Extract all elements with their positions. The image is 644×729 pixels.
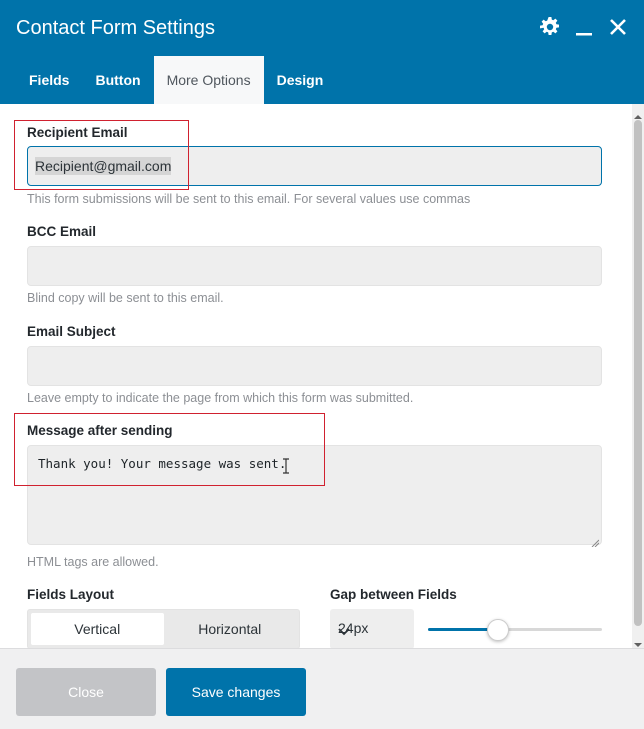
settings-tabs: Fields Button More Options Design [16, 56, 336, 104]
chevron-down-icon [338, 623, 406, 639]
scrollbar[interactable] [632, 104, 644, 648]
gap-slider-handle[interactable] [486, 619, 509, 641]
resize-handle-icon[interactable] [591, 534, 600, 548]
message-help: HTML tags are allowed. [27, 555, 159, 569]
message-highlight-box [14, 413, 325, 486]
minimize-icon[interactable] [574, 16, 594, 38]
fields-layout-label: Fields Layout [27, 587, 115, 602]
tab-design[interactable]: Design [264, 56, 337, 104]
recipient-email-help: This form submissions will be sent to th… [27, 192, 471, 206]
bcc-email-field[interactable] [27, 246, 602, 286]
layout-horizontal-option[interactable]: Horizontal [164, 613, 297, 645]
gap-unit-select[interactable]: 24px [330, 609, 414, 648]
email-subject-help: Leave empty to indicate the page from wh… [27, 391, 414, 405]
recipient-highlight-box [14, 120, 189, 190]
gap-slider[interactable] [428, 619, 602, 641]
bcc-email-label: BCC Email [27, 224, 97, 239]
close-button[interactable]: Close [16, 668, 156, 716]
gap-between-fields-label: Gap between Fields [330, 587, 457, 602]
bcc-email-help: Blind copy will be sent to this email. [27, 291, 224, 305]
dialog-header: Contact Form Settings Fields Button More… [0, 0, 644, 104]
tab-button[interactable]: Button [82, 56, 153, 104]
settings-panel: Recipient Email Recipient@gmail.com This… [0, 104, 632, 648]
tab-more-options[interactable]: More Options [153, 56, 264, 104]
tab-fields[interactable]: Fields [16, 56, 82, 104]
email-subject-field[interactable] [27, 346, 602, 386]
scroll-up-icon[interactable] [634, 108, 642, 119]
scroll-down-icon[interactable] [634, 636, 642, 647]
fields-layout-toggle: Vertical Horizontal [27, 609, 300, 648]
scrollbar-thumb[interactable] [634, 120, 642, 626]
dialog-footer: Close Save changes [0, 648, 644, 729]
close-icon[interactable] [608, 16, 628, 38]
save-changes-button[interactable]: Save changes [166, 668, 306, 716]
dialog-title: Contact Form Settings [16, 17, 215, 39]
gear-icon[interactable] [540, 16, 560, 38]
email-subject-label: Email Subject [27, 324, 116, 339]
layout-vertical-option[interactable]: Vertical [31, 613, 164, 645]
